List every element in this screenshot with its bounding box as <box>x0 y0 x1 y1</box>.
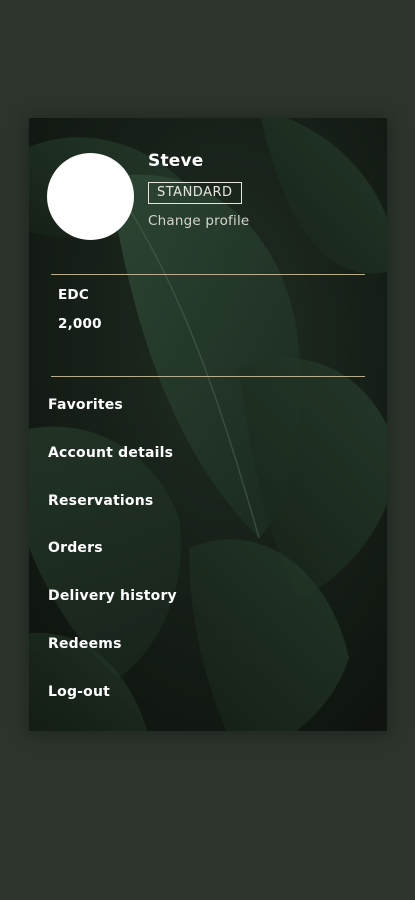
menu-item-favorites[interactable]: Favorites <box>48 397 177 445</box>
profile-menu: Favorites Account details Reservations O… <box>48 397 177 731</box>
points-label: EDC <box>58 287 89 303</box>
menu-item-orders[interactable]: Orders <box>48 540 177 588</box>
change-profile-link[interactable]: Change profile <box>148 213 249 229</box>
profile-menu-panel: Steve STANDARD Change profile EDC 2,000 … <box>29 118 387 731</box>
menu-item-log-out[interactable]: Log-out <box>48 684 177 731</box>
divider <box>51 274 365 275</box>
menu-item-reservations[interactable]: Reservations <box>48 493 177 541</box>
menu-item-account-details[interactable]: Account details <box>48 445 177 493</box>
divider <box>51 376 365 377</box>
user-name: Steve <box>148 151 204 171</box>
membership-tier-badge: STANDARD <box>148 182 242 204</box>
avatar[interactable] <box>47 153 134 240</box>
points-value: 2,000 <box>58 316 102 332</box>
menu-item-redeems[interactable]: Redeems <box>48 636 177 684</box>
menu-item-delivery-history[interactable]: Delivery history <box>48 588 177 636</box>
